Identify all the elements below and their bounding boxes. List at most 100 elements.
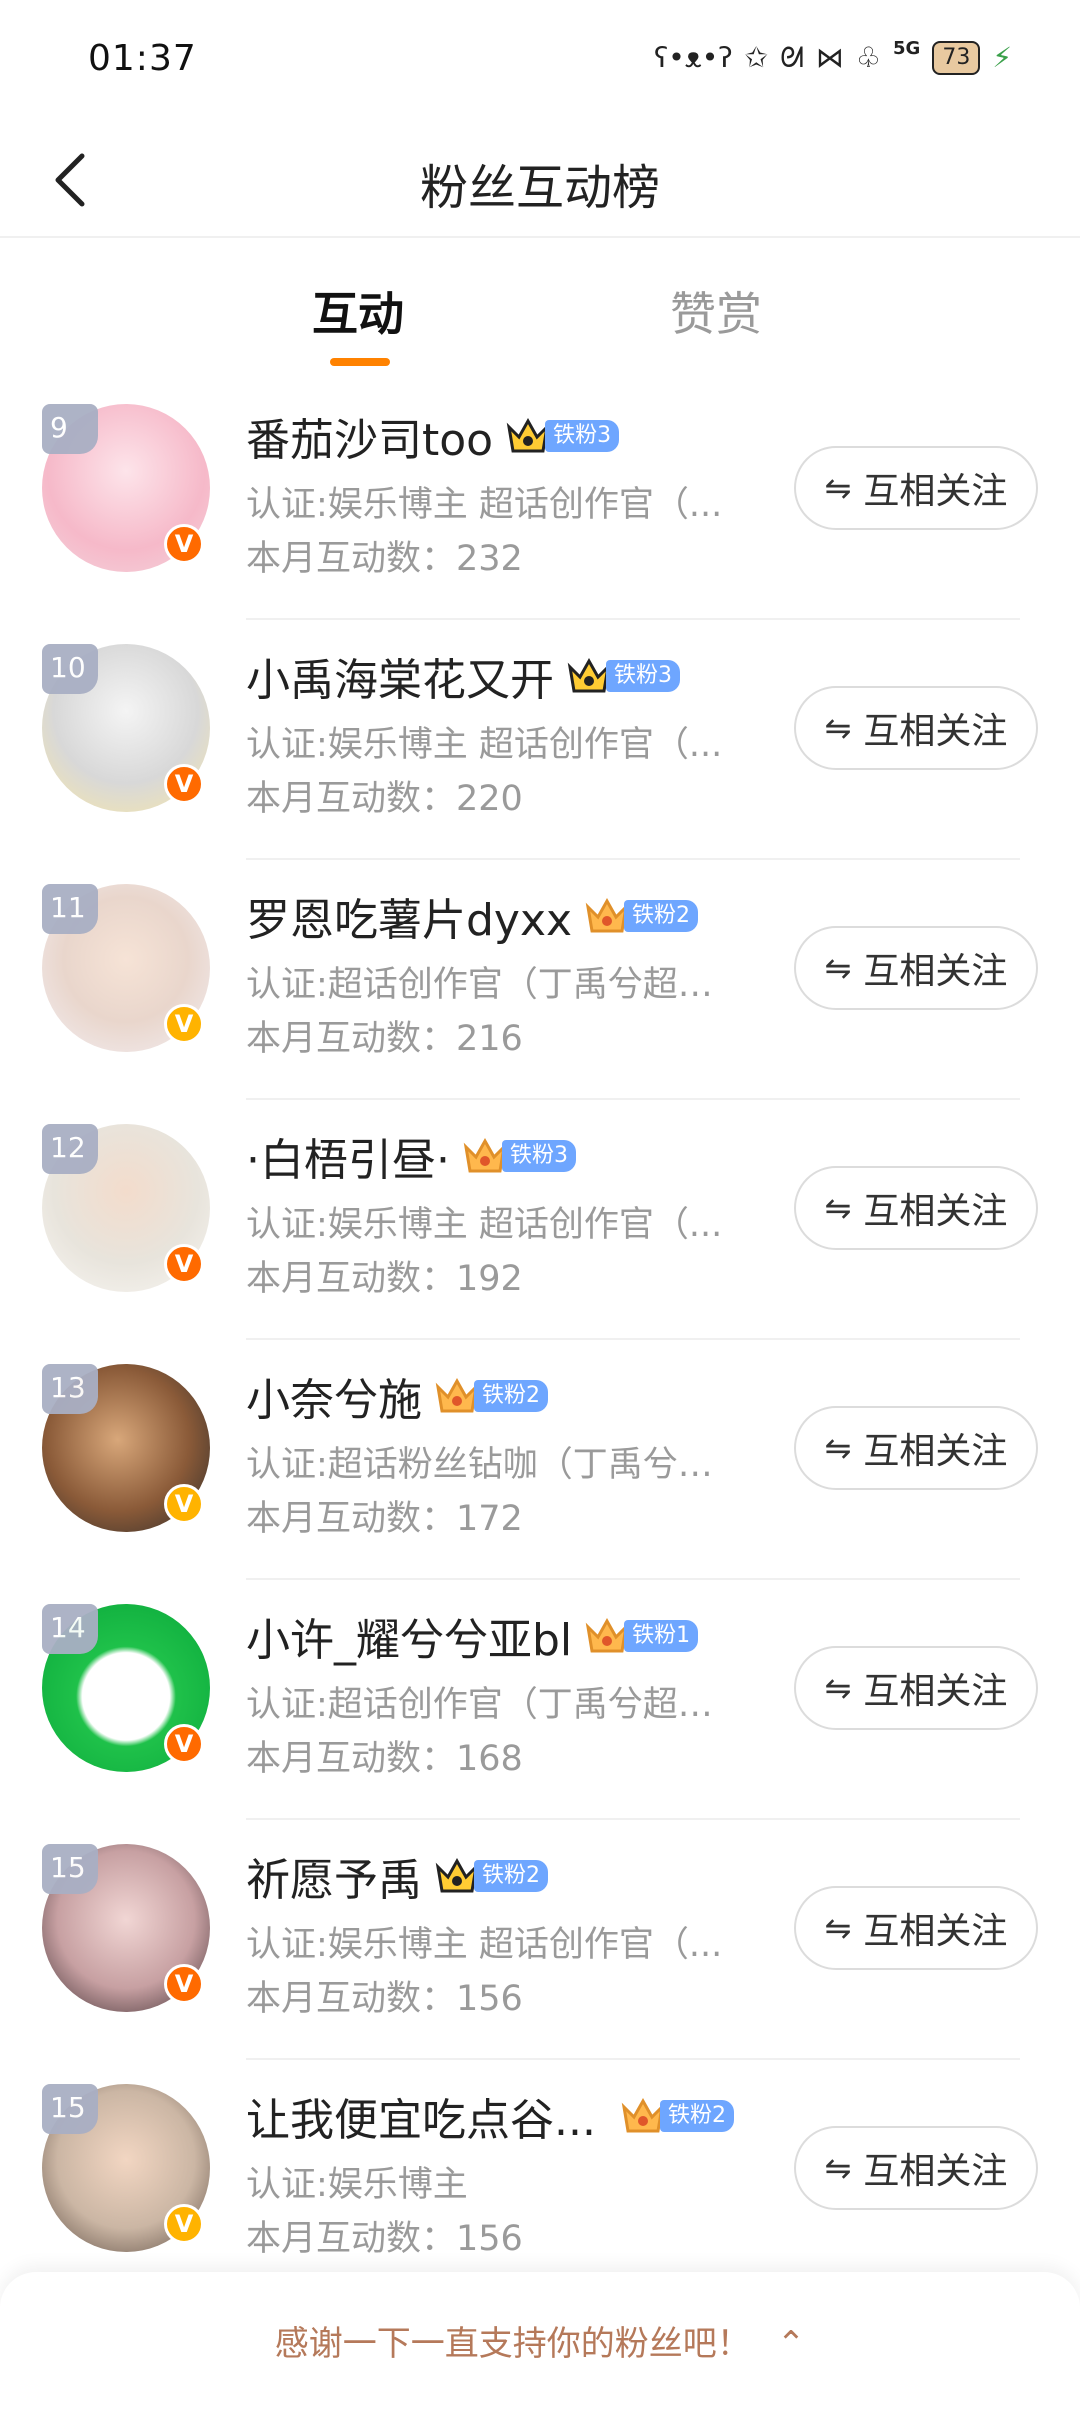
verified-icon: V (164, 1964, 204, 2004)
interaction-count: 本月互动数：156 (246, 2219, 523, 2259)
fan-level-label: 铁粉2 (474, 1380, 548, 1412)
fan-level-badge: 铁粉3 (505, 416, 620, 456)
follow-button-label: 互相关注 (863, 471, 1008, 512)
list-item[interactable]: 10 V 小禹海棠花又开 铁粉3 认证:娱乐博主 超话创作官（... 本月互动数… (0, 620, 1080, 860)
fan-level-label: 铁粉1 (624, 1620, 699, 1652)
list-item[interactable]: 9 V 番茄沙司too 铁粉3 认证:娱乐博主 超话创作官（... 本月互动数：… (0, 380, 1080, 620)
tab-reward[interactable]: 赞赏 (670, 278, 762, 344)
chevron-up-icon[interactable]: ⌃ (777, 2324, 806, 2364)
bottom-thanks-bar[interactable]: 感谢一下一直支持你的粉丝吧！ ⌃ (0, 2272, 1080, 2412)
fan-level-badge: 铁粉3 (462, 1136, 576, 1176)
list-item[interactable]: 15 V 让我便宜吃点谷... 铁粉2 认证:娱乐博主 本月互动数：156 ⇋ … (0, 2060, 1080, 2300)
interaction-count: 本月互动数：232 (246, 539, 523, 579)
certification-text: 认证:娱乐博主 超话创作官（... (246, 485, 723, 525)
fan-name[interactable]: 番茄沙司too (246, 404, 493, 468)
fan-name[interactable]: 罗恩吃薯片dyxx (246, 884, 572, 948)
mutual-follow-button[interactable]: ⇋ 互相关注 (794, 926, 1038, 1010)
rank-badge: 13 (42, 1364, 98, 1414)
name-line: 小许_耀兮兮亚bl 铁粉1 (246, 1604, 699, 1668)
fan-level-badge: 铁粉2 (584, 896, 699, 936)
mutual-follow-icon: ⇋ (824, 709, 852, 747)
mutual-follow-button[interactable]: ⇋ 互相关注 (794, 446, 1038, 530)
verified-icon: V (164, 524, 204, 564)
mutual-follow-button[interactable]: ⇋ 互相关注 (794, 1646, 1038, 1730)
interaction-count: 本月互动数：172 (246, 1499, 523, 1539)
fan-level-badge: 铁粉2 (620, 2096, 734, 2136)
name-line: 小奈兮施 铁粉2 (246, 1366, 548, 1426)
tab-bar: 互动 赞赏 (0, 240, 1080, 370)
verified-icon: V (164, 1724, 204, 1764)
mutual-follow-icon: ⇋ (824, 1189, 852, 1227)
certification-text: 认证:娱乐博主 超话创作官（... (246, 1205, 723, 1245)
certification-text: 认证:超话创作官（丁禹兮超话） (246, 965, 746, 1005)
certification-text: 认证:娱乐博主 超话创作官（... (246, 725, 723, 765)
mutual-follow-icon: ⇋ (824, 469, 852, 507)
signal-5g-icon: 5G (893, 38, 921, 59)
name-line: 让我便宜吃点谷... 铁粉2 (246, 2086, 734, 2146)
list-item[interactable]: 12 V ·白梧引昼· 铁粉3 认证:娱乐博主 超话创作官（... 本月互动数：… (0, 1100, 1080, 1340)
certification-text: 认证:超话创作官（丁禹兮超话） (246, 1685, 746, 1725)
follow-button-label: 互相关注 (863, 1191, 1008, 1232)
fan-name[interactable]: 祈愿予禹 (246, 1844, 422, 1908)
star-face-icon: ✩ (744, 41, 769, 74)
name-line: 祈愿予禹 铁粉2 (246, 1846, 548, 1906)
fan-name[interactable]: ·白梧引昼· (246, 1124, 450, 1188)
fan-level-badge: 铁粉2 (434, 1856, 548, 1896)
verified-icon: V (164, 2204, 204, 2244)
fan-level-label: 铁粉2 (659, 2100, 734, 2132)
follow-button-label: 互相关注 (863, 711, 1008, 752)
follow-button-label: 互相关注 (863, 2151, 1008, 2192)
charging-icon: ⚡ (992, 41, 1012, 74)
mutual-follow-button[interactable]: ⇋ 互相关注 (794, 1166, 1038, 1250)
rank-badge: 14 (42, 1604, 98, 1654)
interaction-count: 本月互动数：220 (246, 779, 523, 819)
rank-badge: 12 (42, 1124, 98, 1174)
fan-name[interactable]: 小许_耀兮兮亚bl (246, 1604, 572, 1668)
fan-level-label: 铁粉3 (501, 1140, 576, 1172)
fan-name[interactable]: 小奈兮施 (246, 1364, 422, 1428)
list-item[interactable]: 11 V 罗恩吃薯片dyxx 铁粉2 认证:超话创作官（丁禹兮超话） 本月互动数… (0, 860, 1080, 1100)
mutual-follow-icon: ⇋ (824, 2149, 852, 2187)
mutual-follow-button[interactable]: ⇋ 互相关注 (794, 686, 1038, 770)
verified-icon: V (164, 1484, 204, 1524)
list-item[interactable]: 13 V 小奈兮施 铁粉2 认证:超话粉丝钻咖（丁禹兮超... 本月互动数：17… (0, 1340, 1080, 1580)
thanks-message: 感谢一下一直支持你的粉丝吧！ (274, 2324, 751, 2364)
rank-badge: 15 (42, 2084, 98, 2134)
mutual-follow-icon: ⇋ (824, 949, 852, 987)
status-icons: ʕ•ᴥ•ʔ ✩ ᘛ ⋈ ♧ 5G 73 ⚡ (654, 40, 1012, 76)
follow-button-label: 互相关注 (863, 1671, 1008, 1712)
mutual-follow-icon: ⇋ (824, 1669, 852, 1707)
mutual-follow-icon: ⇋ (824, 1429, 852, 1467)
verified-icon: V (164, 1004, 204, 1044)
fan-name[interactable]: 小禹海棠花又开 (246, 644, 554, 708)
tab-interaction[interactable]: 互动 (312, 278, 404, 344)
status-time: 01:37 (88, 38, 197, 79)
fan-level-badge: 铁粉2 (434, 1376, 548, 1416)
certification-text: 认证:娱乐博主 (246, 2165, 468, 2205)
fan-level-label: 铁粉2 (474, 1860, 548, 1892)
mutual-follow-button[interactable]: ⇋ 互相关注 (794, 1886, 1038, 1970)
certification-text: 认证:娱乐博主 超话创作官（... (246, 1925, 723, 1965)
follow-button-label: 互相关注 (863, 1911, 1008, 1952)
mutual-follow-button[interactable]: ⇋ 互相关注 (794, 1406, 1038, 1490)
fan-name[interactable]: 让我便宜吃点谷... (246, 2084, 596, 2148)
list-item[interactable]: 14 V 小许_耀兮兮亚bl 铁粉1 认证:超话创作官（丁禹兮超话） 本月互动数… (0, 1580, 1080, 1820)
header: 粉丝互动榜 (0, 120, 1080, 238)
rank-badge: 10 (42, 644, 98, 694)
active-tab-indicator (330, 358, 390, 366)
fan-level-label: 铁粉3 (545, 420, 620, 452)
name-line: 番茄沙司too 铁粉3 (246, 404, 620, 468)
follow-button-label: 互相关注 (863, 1431, 1008, 1472)
interaction-count: 本月互动数：192 (246, 1259, 523, 1299)
mutual-follow-button[interactable]: ⇋ 互相关注 (794, 2126, 1038, 2210)
name-line: 罗恩吃薯片dyxx 铁粉2 (246, 884, 699, 948)
list-item[interactable]: 15 V 祈愿予禹 铁粉2 认证:娱乐博主 超话创作官（... 本月互动数：15… (0, 1820, 1080, 2060)
interaction-count: 本月互动数：216 (246, 1019, 523, 1059)
rank-badge: 9 (42, 404, 98, 454)
battery-icon: 73 (932, 41, 981, 75)
verified-icon: V (164, 764, 204, 804)
bear-icon: ʕ•ᴥ•ʔ (654, 41, 733, 74)
fan-list: 9 V 番茄沙司too 铁粉3 认证:娱乐博主 超话创作官（... 本月互动数：… (0, 380, 1080, 2300)
rank-badge: 15 (42, 1844, 98, 1894)
interaction-count: 本月互动数：168 (246, 1739, 523, 1779)
